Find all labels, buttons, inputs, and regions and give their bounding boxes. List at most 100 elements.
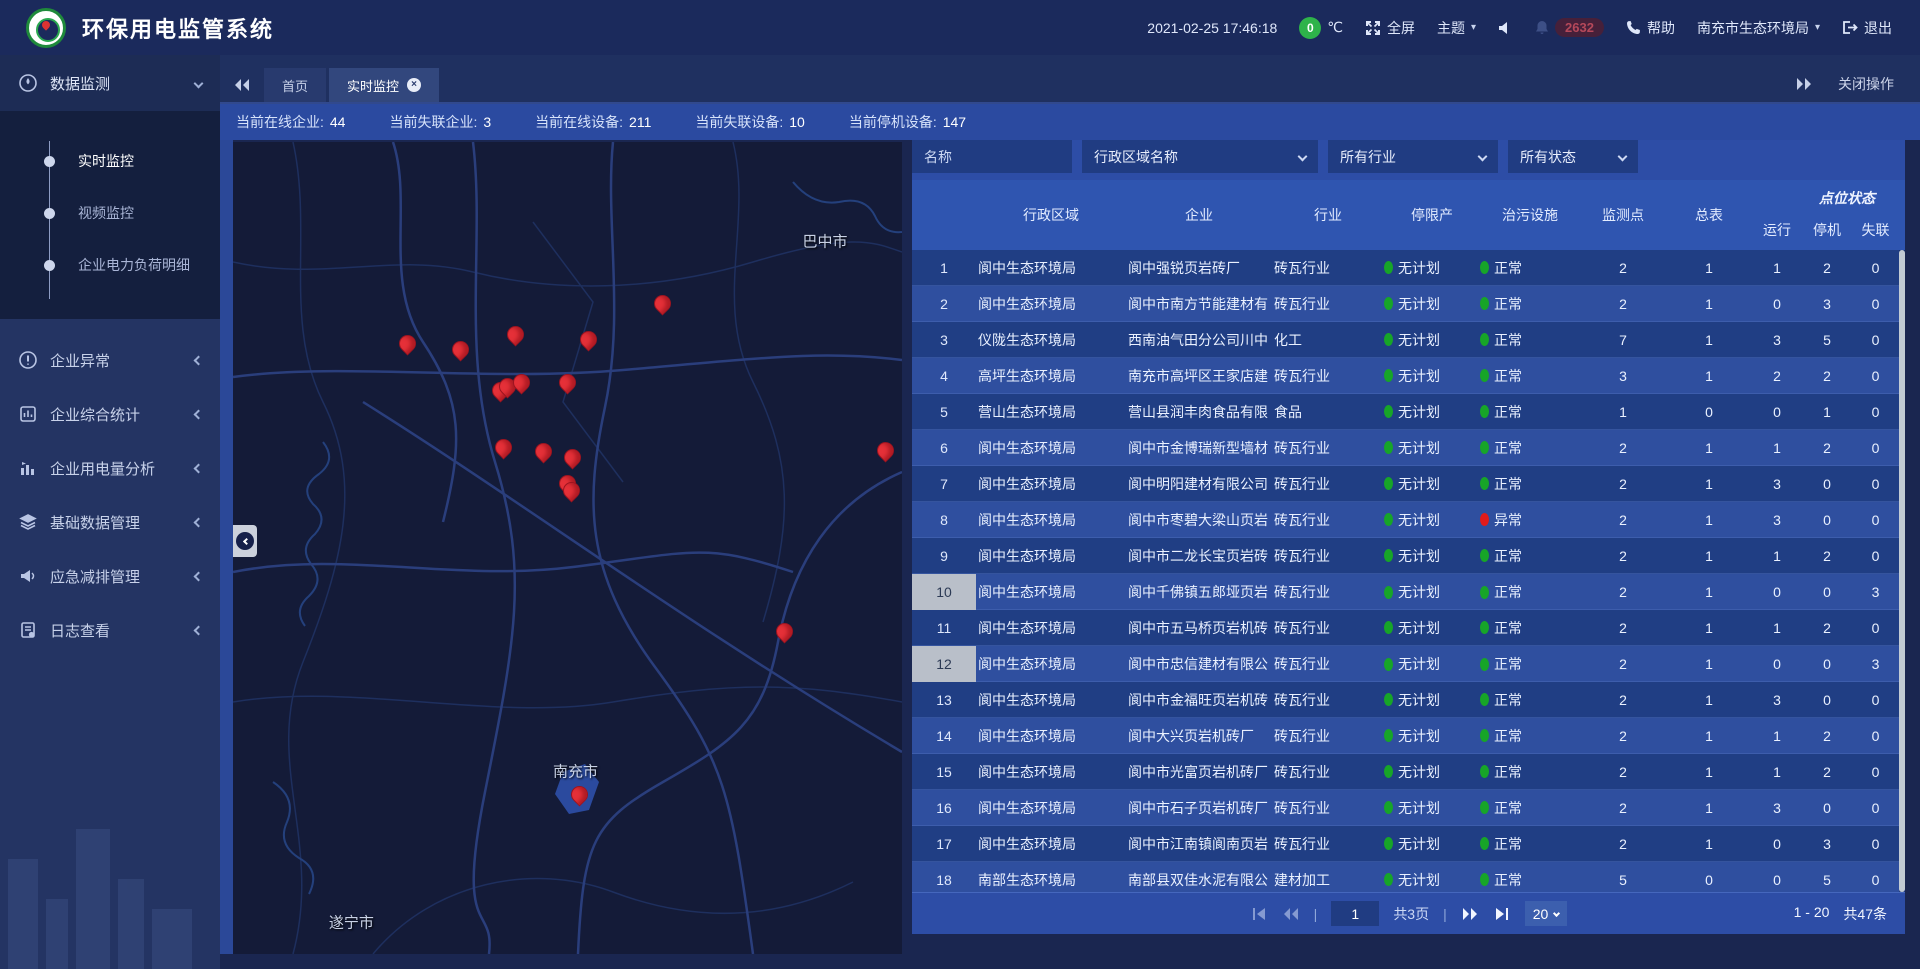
status-dot-icon <box>1384 586 1393 599</box>
row-number: 13 <box>912 692 976 708</box>
scrollbar-thumb[interactable] <box>1899 250 1905 892</box>
table-row[interactable]: 14阆中生态环境局阆中大兴页岩机砖厂砖瓦行业无计划正常21120 <box>912 718 1905 754</box>
fullscreen-button[interactable]: 全屏 <box>1365 18 1415 38</box>
log-document-icon <box>18 620 38 640</box>
tab-close-icon[interactable]: × <box>407 78 421 92</box>
cell-region: 阆中生态环境局 <box>976 834 1126 854</box>
double-chevron-right-icon[interactable] <box>1796 77 1812 91</box>
cell-stop: 0 <box>1802 656 1852 672</box>
sidebar-item-realtime-monitor[interactable]: 实时监控 <box>0 135 220 187</box>
industry-filter-select[interactable]: 所有行业 <box>1328 140 1498 173</box>
name-filter-field[interactable] <box>912 140 1072 173</box>
logout-button[interactable]: 退出 <box>1842 18 1892 38</box>
city-label-nanchong: 南充市 <box>553 761 598 782</box>
map-panel[interactable]: 巴中市 南充市 遂宁市 <box>233 142 902 954</box>
page-number-input[interactable] <box>1331 901 1379 926</box>
region-filter-value: 行政区域名称 <box>1094 147 1178 167</box>
cell-points: 2 <box>1580 548 1666 564</box>
status-dot-icon <box>1480 693 1489 706</box>
table-row[interactable]: 13阆中生态环境局阆中市金福旺页岩机砖砖瓦行业无计划正常21300 <box>912 682 1905 718</box>
col-header-facility: 治污设施 <box>1480 205 1580 225</box>
sidebar-item-power-load-detail[interactable]: 企业电力负荷明细 <box>0 239 220 291</box>
cell-region: 阆中生态环境局 <box>976 510 1126 530</box>
sidebar-group-data-monitoring[interactable]: 数据监测 <box>0 55 220 111</box>
cell-lost: 0 <box>1852 800 1899 816</box>
cell-stop: 5 <box>1802 332 1852 348</box>
table-row[interactable]: 2阆中生态环境局阆中市南方节能建材有砖瓦行业无计划正常21030 <box>912 286 1905 322</box>
name-filter-input[interactable] <box>924 149 1060 165</box>
status-filter-select[interactable]: 所有状态 <box>1508 140 1638 173</box>
status-dot-icon <box>1384 441 1393 454</box>
cell-run: 0 <box>1752 584 1802 600</box>
user-menu[interactable]: 南充市生态环境局 ▾ <box>1697 18 1820 38</box>
table-row[interactable]: 8阆中生态环境局阆中市枣碧大梁山页岩砖瓦行业无计划异常21300 <box>912 502 1905 538</box>
cell-points: 2 <box>1580 260 1666 276</box>
row-number: 11 <box>912 620 976 636</box>
tab-realtime-monitor[interactable]: 实时监控 × <box>329 68 439 102</box>
table-row[interactable]: 7阆中生态环境局阆中明阳建材有限公司砖瓦行业无计划正常21300 <box>912 466 1905 502</box>
cell-stop: 2 <box>1802 260 1852 276</box>
table-row[interactable]: 15阆中生态环境局阆中市光富页岩机砖厂砖瓦行业无计划正常21120 <box>912 754 1905 790</box>
cell-company: 阆中千佛镇五郎垭页岩 <box>1126 582 1272 602</box>
table-row[interactable]: 10阆中生态环境局阆中千佛镇五郎垭页岩砖瓦行业无计划正常21003 <box>912 574 1905 610</box>
last-page-button[interactable] <box>1493 906 1511 922</box>
prev-page-button[interactable] <box>1282 906 1300 922</box>
map-collapse-handle[interactable] <box>233 525 257 557</box>
table-row[interactable]: 4高坪生态环境局南充市高坪区王家店建砖瓦行业无计划正常31220 <box>912 358 1905 394</box>
chevron-left-icon <box>194 409 204 419</box>
table-row[interactable]: 11阆中生态环境局阆中市五马桥页岩机砖砖瓦行业无计划正常21120 <box>912 610 1905 646</box>
sidebar-item-base-data-management[interactable]: 基础数据管理 <box>0 495 220 549</box>
cell-total: 1 <box>1666 584 1752 600</box>
table-row[interactable]: 17阆中生态环境局阆中市江南镇阆南页岩砖瓦行业无计划正常21030 <box>912 826 1905 862</box>
first-page-button[interactable] <box>1250 906 1268 922</box>
table-row[interactable]: 16阆中生态环境局阆中市石子页岩机砖厂砖瓦行业无计划正常21300 <box>912 790 1905 826</box>
table-row[interactable]: 5营山生态环境局营山县润丰肉食品有限食品无计划正常10010 <box>912 394 1905 430</box>
cell-facility: 正常 <box>1480 402 1580 422</box>
cell-run: 1 <box>1752 764 1802 780</box>
user-label: 南充市生态环境局 <box>1697 18 1809 38</box>
cell-facility: 正常 <box>1480 330 1580 350</box>
sidebar-item-enterprise-statistics[interactable]: 企业综合统计 <box>0 387 220 441</box>
table-scrollbar[interactable] <box>1899 250 1905 892</box>
table-row[interactable]: 1阆中生态环境局阆中强锐页岩砖厂砖瓦行业无计划正常21120 <box>912 250 1905 286</box>
status-dot-icon <box>1384 658 1393 671</box>
cell-lost: 0 <box>1852 440 1899 456</box>
right-panel: 行政区域名称 所有行业 所有状态 行政区域 企业 <box>912 140 1905 934</box>
cell-stop: 1 <box>1802 404 1852 420</box>
cell-company: 阆中明阳建材有限公司 <box>1126 474 1272 494</box>
page-size-select[interactable]: 20 <box>1525 901 1568 926</box>
theme-menu[interactable]: 主题 ▾ <box>1437 18 1476 38</box>
cell-company: 阆中市金福旺页岩机砖 <box>1126 690 1272 710</box>
cell-total: 1 <box>1666 476 1752 492</box>
next-page-button[interactable] <box>1461 906 1479 922</box>
sidebar-item-power-usage-analysis[interactable]: 企业用电量分析 <box>0 441 220 495</box>
chevron-down-icon <box>1618 152 1628 162</box>
cell-industry: 砖瓦行业 <box>1272 258 1384 278</box>
collapse-circle <box>236 532 254 550</box>
region-filter-select[interactable]: 行政区域名称 <box>1082 140 1318 173</box>
cell-plan: 无计划 <box>1384 510 1480 530</box>
cell-industry: 砖瓦行业 <box>1272 438 1384 458</box>
sound-toggle[interactable] <box>1498 21 1513 35</box>
notifications[interactable]: 2632 <box>1535 18 1604 37</box>
sidebar-item-enterprise-abnormal[interactable]: 企业异常 <box>0 333 220 387</box>
table-row[interactable]: 3仪陇生态环境局西南油气田分公司川中化工无计划正常71350 <box>912 322 1905 358</box>
cell-total: 0 <box>1666 872 1752 888</box>
table-row[interactable]: 6阆中生态环境局阆中市金博瑞新型墙材砖瓦行业无计划正常21120 <box>912 430 1905 466</box>
sidebar-item-log-view[interactable]: 日志查看 <box>0 603 220 657</box>
cell-points: 3 <box>1580 368 1666 384</box>
cell-company: 阆中市五马桥页岩机砖 <box>1126 618 1272 638</box>
help-button[interactable]: 帮助 <box>1626 18 1675 38</box>
sidebar-item-emergency-reduction[interactable]: 应急减排管理 <box>0 549 220 603</box>
tab-home[interactable]: 首页 <box>264 68 326 102</box>
sidebar-item-video-monitor[interactable]: 视频监控 <box>0 187 220 239</box>
cell-facility: 正常 <box>1480 798 1580 818</box>
cell-total: 1 <box>1666 296 1752 312</box>
row-number: 10 <box>912 574 976 610</box>
table-row[interactable]: 9阆中生态环境局阆中市二龙长宝页岩砖砖瓦行业无计划正常21120 <box>912 538 1905 574</box>
table-row[interactable]: 12阆中生态环境局阆中市忠信建材有限公砖瓦行业无计划正常21003 <box>912 646 1905 682</box>
table-row[interactable]: 18南部生态环境局南部县双佳水泥有限公建材加工无计划正常50050 <box>912 862 1905 892</box>
close-operations-button[interactable]: 关闭操作 <box>1838 74 1894 94</box>
cell-total: 1 <box>1666 836 1752 852</box>
tabs-scroll-left-button[interactable] <box>220 68 264 102</box>
